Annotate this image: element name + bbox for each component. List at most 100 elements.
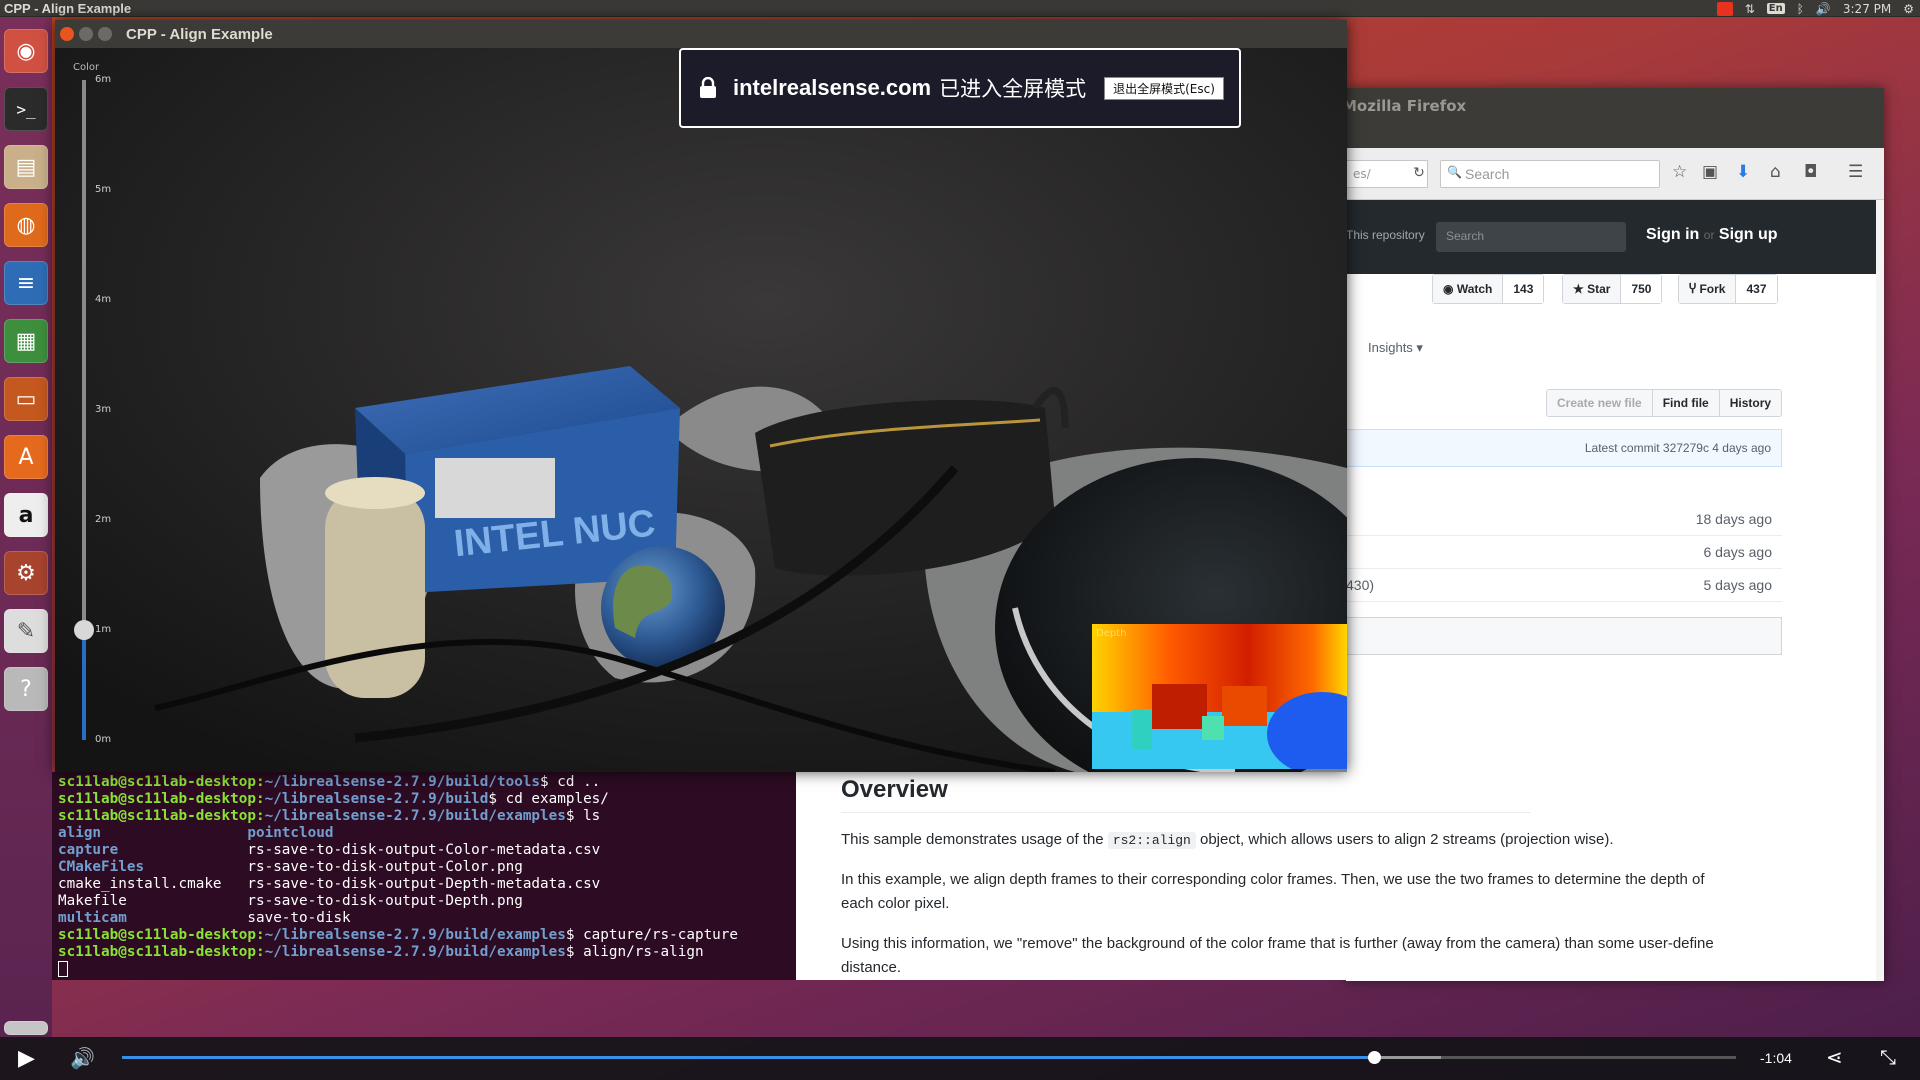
file-row[interactable]: 6 days ago bbox=[1346, 536, 1782, 569]
depth-object bbox=[1222, 686, 1267, 726]
history-button[interactable]: History bbox=[1719, 390, 1782, 416]
slider-tick-label: 2m bbox=[95, 514, 112, 525]
align-example-window: CPP - Align Example INTEL NUC Color 6m 5… bbox=[55, 20, 1347, 772]
depth-clipping-slider[interactable]: Color 6m 5m 4m 3m 2m 1m 0m bbox=[63, 62, 111, 752]
github-search-input[interactable]: Search bbox=[1436, 222, 1626, 252]
reload-icon[interactable]: ↻ bbox=[1408, 160, 1430, 188]
menu-icon[interactable]: ☰ bbox=[1848, 162, 1863, 182]
clock[interactable]: 3:27 PM bbox=[1843, 2, 1891, 16]
terminal-line: sc11lab@sc11lab-desktop:~/librealsense-2… bbox=[58, 808, 796, 825]
sign-in-link[interactable]: Sign in bbox=[1646, 226, 1699, 243]
terminal-prompt-path: ~/librealsense-2.7.9/build/tools bbox=[264, 774, 541, 790]
system-settings-icon[interactable]: ⚙ bbox=[4, 551, 48, 595]
time-remaining: -1:04 bbox=[1760, 1050, 1792, 1066]
fullscreen-notice: intelrealsense.com 已进入全屏模式 退出全屏模式(Esc) bbox=[679, 48, 1241, 128]
dash-icon[interactable]: ◉ bbox=[4, 29, 48, 73]
seek-handle[interactable] bbox=[1368, 1051, 1382, 1064]
watch-count[interactable]: 143 bbox=[1503, 275, 1544, 303]
watch-label: Watch bbox=[1456, 282, 1493, 296]
latest-commit-bar[interactable]: Latest commit 327279c 4 days ago bbox=[1346, 429, 1782, 467]
help-icon[interactable]: ? bbox=[4, 667, 48, 711]
active-window-title: CPP - Align Example bbox=[4, 0, 132, 16]
star-button[interactable]: ★ Star 750 bbox=[1562, 274, 1663, 304]
inline-code: rs2::align bbox=[1107, 832, 1196, 849]
align-titlebar: CPP - Align Example bbox=[55, 20, 1347, 48]
trash-icon[interactable] bbox=[4, 1021, 48, 1035]
file-row[interactable]: 18 days ago bbox=[1346, 503, 1782, 536]
seek-bar[interactable] bbox=[122, 1051, 1736, 1064]
terminal-ls-row: CMakeFiles rs-save-to-disk-output-Color.… bbox=[58, 859, 796, 876]
maximize-window-icon[interactable] bbox=[98, 27, 112, 41]
browser-search-input[interactable]: 🔍 Search bbox=[1440, 160, 1660, 188]
network-icon[interactable]: ⇅ bbox=[1745, 2, 1755, 16]
firefox-icon[interactable]: ◍ bbox=[4, 203, 48, 247]
slider-knob[interactable] bbox=[74, 620, 94, 640]
keyboard-layout[interactable]: En bbox=[1766, 3, 1785, 14]
calc-icon[interactable]: ▦ bbox=[4, 319, 48, 363]
seek-played bbox=[122, 1056, 1375, 1059]
terminal-ls-entry: Makefile bbox=[58, 893, 248, 909]
fullscreen-domain: intelrealsense.com bbox=[733, 75, 932, 100]
slider-tick-label: 4m bbox=[95, 294, 112, 305]
file-row[interactable]: 430) 5 days ago bbox=[1346, 569, 1782, 602]
indicator-icon[interactable] bbox=[1716, 1, 1733, 16]
text-editor-icon[interactable]: ✎ bbox=[4, 609, 48, 653]
find-file-button[interactable]: Find file bbox=[1652, 390, 1720, 416]
software-center-icon[interactable]: A bbox=[4, 435, 48, 479]
slider-tick-label: 3m bbox=[95, 404, 112, 415]
play-icon[interactable]: ▶ bbox=[18, 1046, 35, 1071]
sign-up-link[interactable]: Sign up bbox=[1719, 226, 1778, 243]
volume-icon[interactable]: 🔊 bbox=[1816, 2, 1831, 16]
download-icon[interactable]: ⬇ bbox=[1736, 162, 1750, 182]
star-count[interactable]: 750 bbox=[1621, 275, 1662, 303]
pocket-icon[interactable]: ◘ bbox=[1804, 162, 1817, 182]
terminal-command: $ capture/rs-capture bbox=[565, 927, 739, 943]
fork-button[interactable]: Ⴤ Fork 437 bbox=[1678, 274, 1778, 304]
clipboard-icon[interactable]: ▣ bbox=[1702, 162, 1718, 182]
volume-icon[interactable]: 🔊 bbox=[70, 1046, 95, 1070]
terminal-command: $ cd examples/ bbox=[488, 791, 609, 807]
slider-tick-label: 6m bbox=[95, 74, 112, 85]
exit-fullscreen-button[interactable]: 退出全屏模式(Esc) bbox=[1104, 76, 1224, 100]
file-actions: Create new file Find file History bbox=[1546, 389, 1783, 417]
tab-insights[interactable]: Insights ▾ bbox=[1368, 340, 1423, 356]
terminal-line: sc11lab@sc11lab-desktop:~/librealsense-2… bbox=[58, 791, 796, 808]
terminal-command: $ ls bbox=[565, 808, 601, 824]
watch-button[interactable]: ◉ Watch 143 bbox=[1432, 274, 1545, 304]
exit-fullscreen-icon[interactable]: ⤡ bbox=[1880, 1045, 1896, 1069]
terminal-ls-entry: rs-save-to-disk-output-Color.png bbox=[247, 859, 523, 875]
impress-icon[interactable]: ▭ bbox=[4, 377, 48, 421]
readme-paragraph: Using this information, we "remove" the … bbox=[841, 935, 1714, 976]
heading-divider bbox=[841, 812, 1531, 813]
fork-icon: Ⴤ bbox=[1689, 282, 1700, 296]
depth-object bbox=[1202, 716, 1224, 740]
bluetooth-icon[interactable]: ᛒ bbox=[1797, 2, 1804, 16]
readme-paragraph: This sample demonstrates usage of the rs… bbox=[841, 828, 1721, 853]
minimize-window-icon[interactable] bbox=[79, 27, 93, 41]
terminal-icon[interactable]: >_ bbox=[4, 87, 48, 131]
terminal-ls-entry: capture bbox=[58, 842, 248, 858]
terminal-prompt-path: ~/librealsense-2.7.9/build bbox=[264, 791, 489, 807]
home-icon[interactable]: ⌂ bbox=[1770, 162, 1781, 182]
bookmark-star-icon[interactable]: ☆ bbox=[1672, 162, 1687, 182]
writer-icon[interactable]: ≡ bbox=[4, 261, 48, 305]
amazon-icon[interactable]: a bbox=[4, 493, 48, 537]
create-new-file-button[interactable]: Create new file bbox=[1547, 390, 1653, 416]
files-icon[interactable]: ▤ bbox=[4, 145, 48, 189]
terminal-prompt-user: sc11lab@sc11lab-desktop: bbox=[58, 944, 265, 960]
terminal-command: $ cd .. bbox=[540, 774, 601, 790]
file-row-age: 18 days ago bbox=[1695, 511, 1772, 527]
terminal-line: sc11lab@sc11lab-desktop:~/librealsense-2… bbox=[58, 944, 796, 961]
cardboard-tube-top bbox=[325, 477, 425, 509]
browser-search-placeholder: Search bbox=[1465, 166, 1510, 182]
unity-launcher: ◉ >_ ▤ ◍ ≡ ▦ ▭ A a ⚙ ✎ ? bbox=[0, 17, 52, 1037]
close-window-icon[interactable] bbox=[60, 27, 74, 41]
fork-count[interactable]: 437 bbox=[1736, 275, 1777, 303]
share-icon[interactable]: ⋖ bbox=[1826, 1045, 1843, 1069]
file-row-name[interactable]: 430) bbox=[1346, 577, 1374, 593]
gear-icon[interactable]: ⚙ bbox=[1903, 2, 1914, 16]
terminal-prompt-path: ~/librealsense-2.7.9/build/examples bbox=[264, 808, 566, 824]
terminal-window[interactable]: sc11lab@sc11lab-desktop: ~/librealsense-2… bbox=[52, 772, 796, 980]
terminal-ls-entry: align bbox=[58, 825, 248, 841]
readme-heading: Overview bbox=[841, 776, 948, 803]
